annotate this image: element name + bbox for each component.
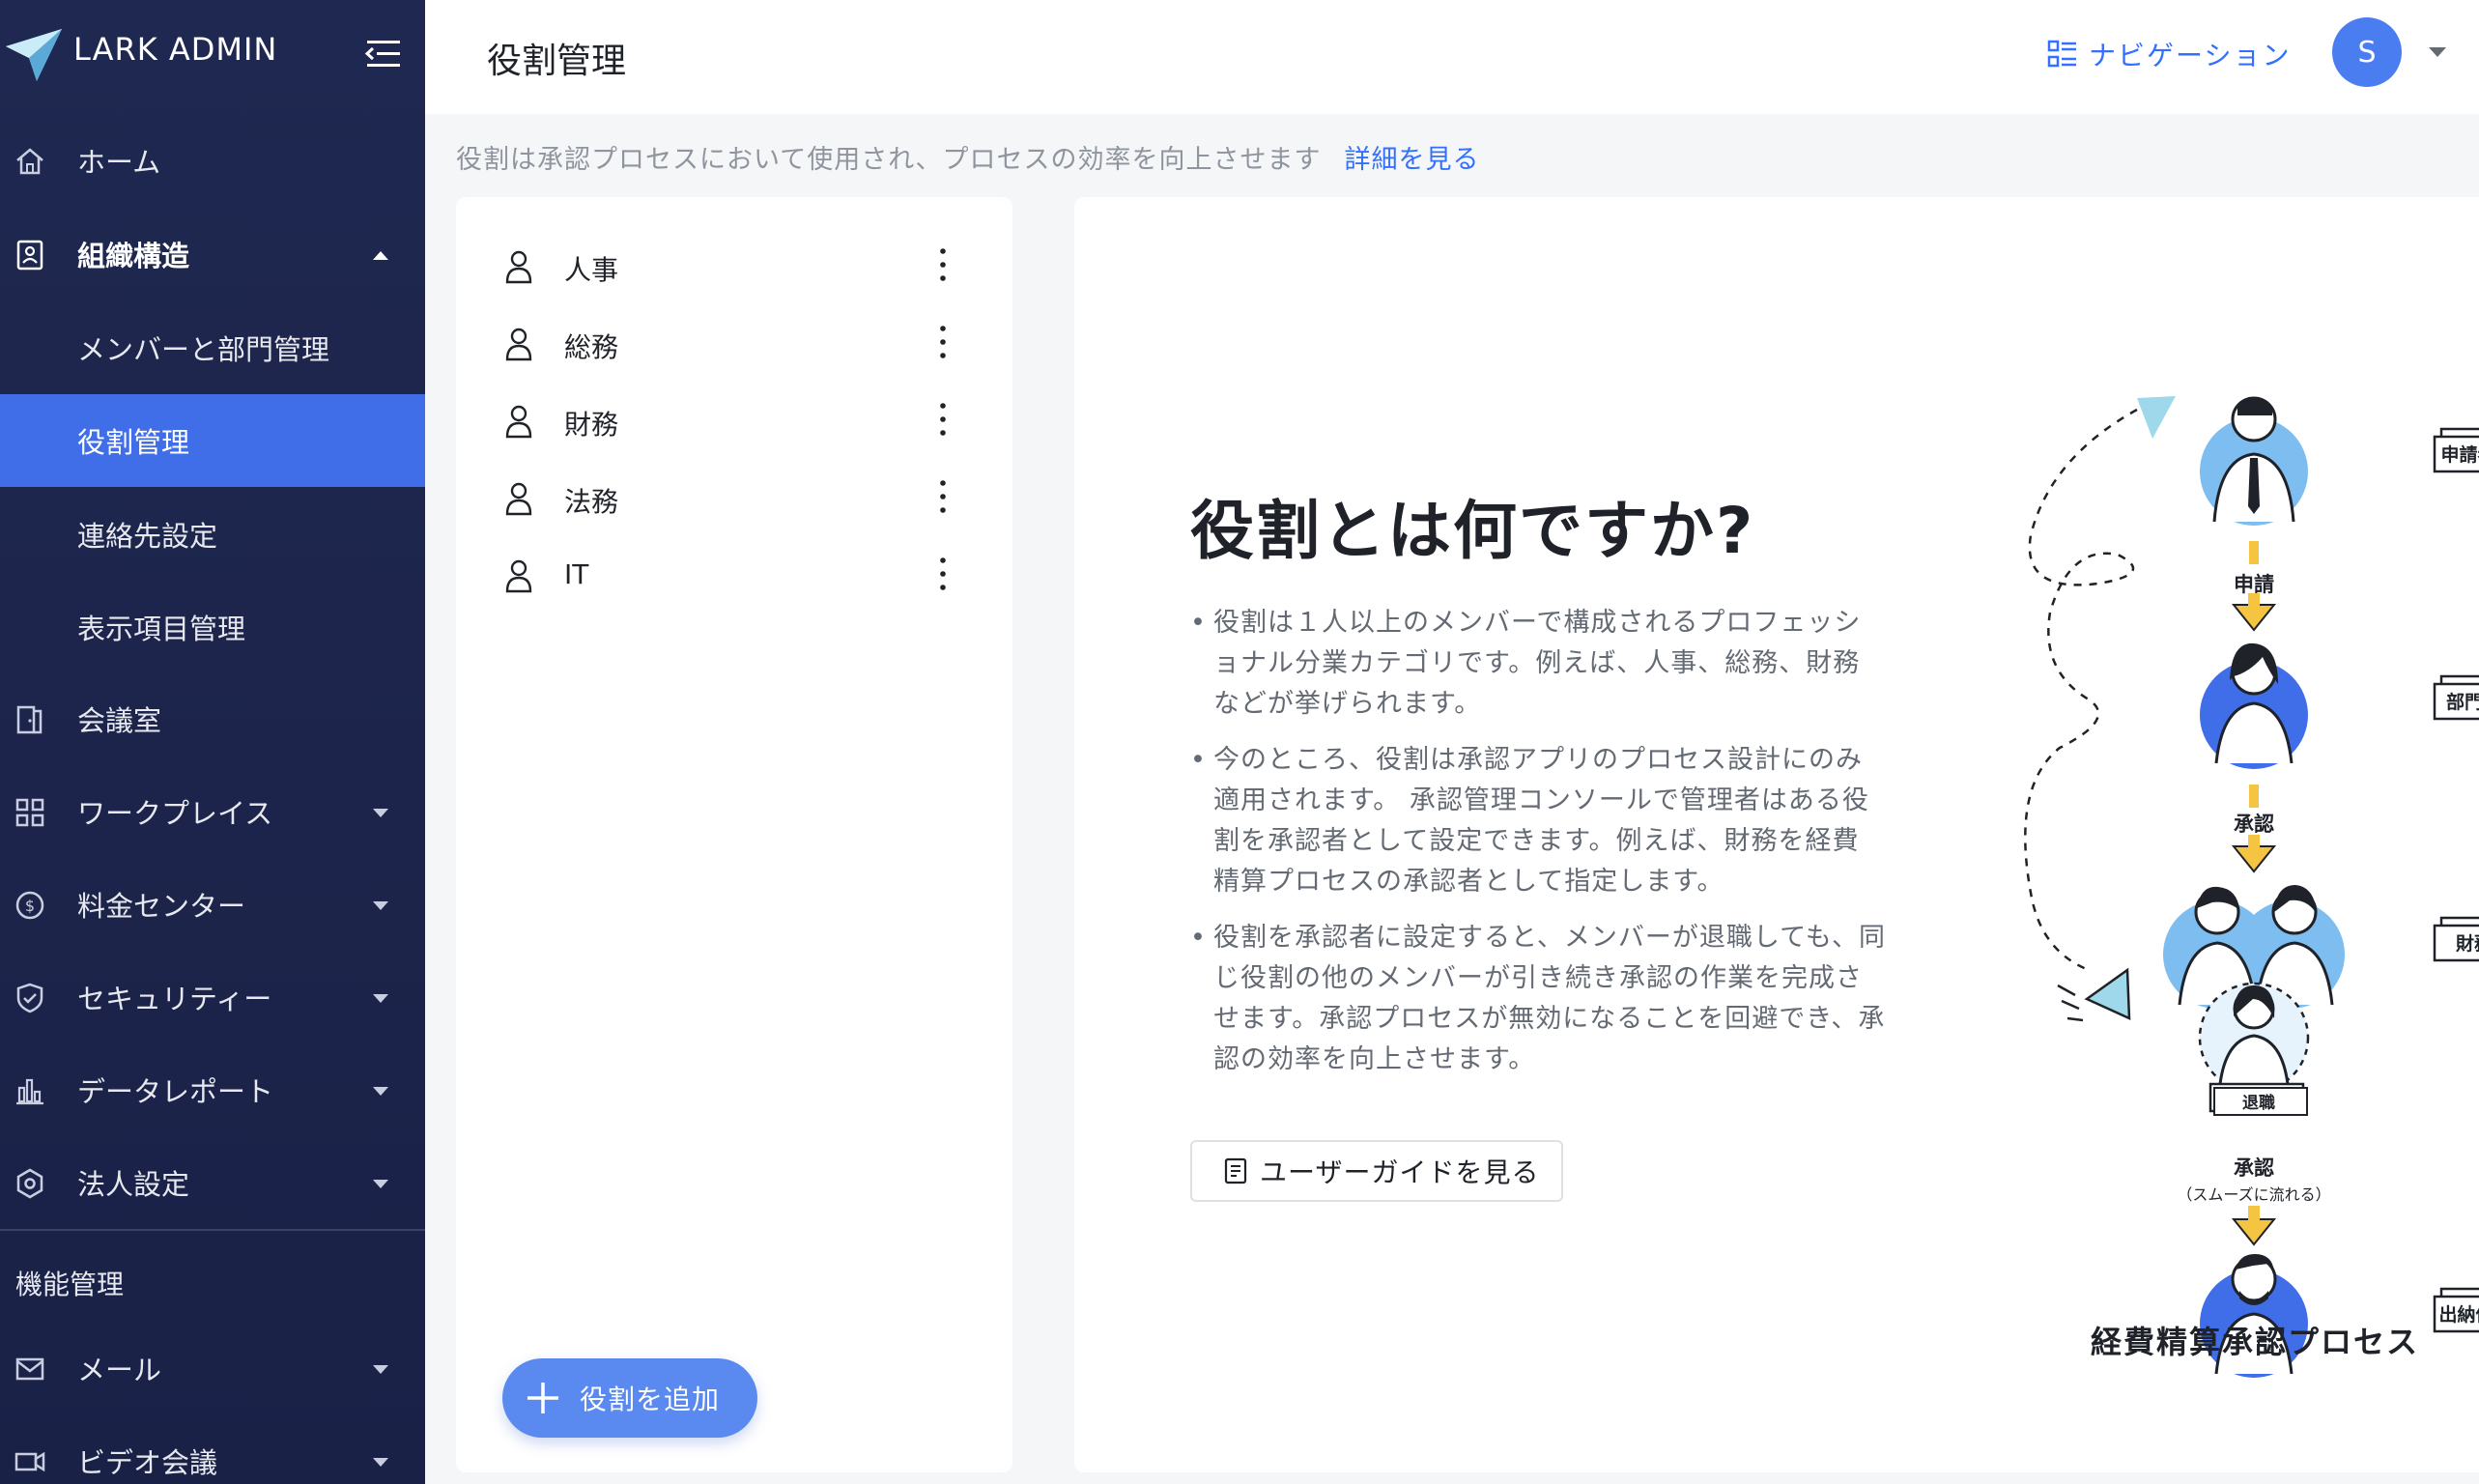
more-vertical-icon[interactable] <box>933 398 953 441</box>
sidebar: LARK ADMIN ホーム 組織構造 メンバーと部門管理 役割管理 連絡先設定 <box>0 0 425 1484</box>
chevron-down-icon <box>373 1180 388 1188</box>
svg-text:財務審査: 財務審査 <box>2456 932 2479 955</box>
add-role-button[interactable]: 役割を追加 <box>502 1358 757 1438</box>
role-list-panel: 人事 総務 財務 法務 IT 役割を追加 <box>456 197 1012 1472</box>
sidebar-item-role-management[interactable]: 役割管理 <box>0 394 425 487</box>
sidebar-item-meeting-rooms[interactable]: 会議室 <box>0 672 425 765</box>
dollar-icon: $ <box>15 891 44 920</box>
chevron-up-icon <box>373 251 388 260</box>
top-header: 役割管理 ナビゲーション S <box>425 0 2479 114</box>
bar-chart-icon <box>16 1078 43 1105</box>
person-icon <box>505 405 532 439</box>
user-guide-label: ユーザーガイドを見る <box>1260 1156 1540 1188</box>
svg-text:部門マネージ: 部門マネージ <box>2446 691 2479 713</box>
role-item-it[interactable]: IT <box>456 535 1012 613</box>
plus-icon <box>527 1383 558 1413</box>
svg-text:申請者: 申請者 <box>2440 443 2479 466</box>
sidebar-item-video-meeting[interactable]: ビデオ会議 <box>0 1414 425 1484</box>
video-icon <box>14 1451 45 1472</box>
chevron-down-icon <box>373 809 388 817</box>
sidebar-item-mail[interactable]: メール <box>0 1322 425 1414</box>
sidebar-item-workplace[interactable]: ワークプレイス <box>0 765 425 858</box>
svg-text:退職: 退職 <box>2242 1093 2275 1113</box>
contacts-icon <box>16 240 43 271</box>
document-icon <box>1224 1157 1247 1184</box>
chevron-down-icon <box>373 994 388 1003</box>
bullet-item: 今のところ、役割は承認アプリのプロセス設計にのみ適用されます。 承認管理コンソー… <box>1190 740 1886 902</box>
sidebar-item-home[interactable]: ホーム <box>0 114 425 207</box>
illustration-title: 経費精算承認プロセス <box>2091 1324 2420 1360</box>
svg-text:（スムーズに流れる）: （スムーズに流れる） <box>2177 1185 2330 1204</box>
door-icon <box>16 705 43 734</box>
chevron-down-icon <box>373 1458 388 1467</box>
explanation-heading: 役割とは何ですか? <box>1190 494 1755 568</box>
svg-text:$: $ <box>25 897 35 915</box>
sidebar-item-billing-center[interactable]: $ 料金センター <box>0 858 425 951</box>
more-vertical-icon[interactable] <box>933 553 953 595</box>
explanation-bullets: 役割は１人以上のメンバーで構成されるプロフェッショナル分業カテゴリです。例えば、… <box>1190 603 1886 1096</box>
person-icon <box>505 559 532 593</box>
chevron-down-icon <box>373 1087 388 1096</box>
section-title-features: 機能管理 <box>15 1269 125 1300</box>
role-item-hr[interactable]: 人事 <box>456 226 1012 303</box>
lark-logo-icon <box>6 29 62 81</box>
user-avatar[interactable]: S <box>2332 17 2402 87</box>
sidebar-item-company-settings[interactable]: 法人設定 <box>0 1136 425 1229</box>
role-explanation-panel: 役割とは何ですか? 役割は１人以上のメンバーで構成されるプロフェッショナル分業カ… <box>1074 197 2479 1472</box>
person-icon <box>505 328 532 361</box>
person-icon <box>505 482 532 516</box>
sidebar-divider <box>0 1229 425 1231</box>
sidebar-item-security[interactable]: セキュリティー <box>0 951 425 1043</box>
role-item-finance[interactable]: 財務 <box>456 381 1012 458</box>
sidebar-item-display-fields[interactable]: 表示項目管理 <box>0 581 425 673</box>
svg-text:承認: 承認 <box>2234 1156 2274 1180</box>
page-title: 役割管理 <box>487 42 627 81</box>
sidebar-item-contact-settings[interactable]: 連絡先設定 <box>0 488 425 581</box>
more-vertical-icon[interactable] <box>933 321 953 363</box>
learn-more-link[interactable]: 詳細を見る <box>1344 145 1479 175</box>
shield-icon <box>16 983 43 1013</box>
brand-name: LARK ADMIN <box>73 31 278 68</box>
info-text: 役割は承認プロセスにおいて使用され、プロセスの効率を向上させます <box>456 145 1322 175</box>
role-item-general-affairs[interactable]: 総務 <box>456 303 1012 381</box>
add-role-label: 役割を追加 <box>580 1384 721 1415</box>
chevron-down-icon <box>373 901 388 910</box>
more-vertical-icon[interactable] <box>933 243 953 286</box>
chevron-down-icon[interactable] <box>2427 44 2448 60</box>
user-guide-button[interactable]: ユーザーガイドを見る <box>1190 1140 1563 1202</box>
navigation-button[interactable]: ナビゲーション <box>2046 35 2291 73</box>
paper-plane-icon <box>2137 396 2176 439</box>
mail-icon <box>15 1357 44 1381</box>
approval-flow-illustration: 申請者 申請 部門マネージ 承認 退職 <box>2024 396 2479 1378</box>
bullet-item: 役割を承認者に設定すると、メンバーが退職しても、同じ役割の他のメンバーが引き続き… <box>1190 918 1886 1080</box>
person-icon <box>505 250 532 284</box>
navigation-list-icon <box>2047 40 2076 68</box>
home-icon <box>16 148 43 175</box>
role-item-legal[interactable]: 法務 <box>456 458 1012 535</box>
navigation-label: ナビゲーション <box>2089 40 2292 71</box>
menu-collapse-icon[interactable] <box>363 35 404 73</box>
grid-icon <box>15 798 44 827</box>
sidebar-item-members-departments[interactable]: メンバーと部門管理 <box>0 301 425 394</box>
settings-icon <box>16 1168 43 1199</box>
bullet-item: 役割は１人以上のメンバーで構成されるプロフェッショナル分業カテゴリです。例えば、… <box>1190 603 1886 725</box>
chevron-down-icon <box>373 1365 388 1374</box>
svg-text:承認: 承認 <box>2234 813 2274 836</box>
brand: LARK ADMIN <box>0 0 425 106</box>
svg-text:出納係: 出納係 <box>2438 1303 2479 1326</box>
sidebar-item-data-report[interactable]: データレポート <box>0 1043 425 1136</box>
info-line: 役割は承認プロセスにおいて使用され、プロセスの効率を向上させます 詳細を見る <box>456 138 1479 176</box>
sidebar-item-org-structure[interactable]: 組織構造 <box>0 208 425 300</box>
svg-text:申請: 申請 <box>2234 573 2274 596</box>
more-vertical-icon[interactable] <box>933 475 953 518</box>
